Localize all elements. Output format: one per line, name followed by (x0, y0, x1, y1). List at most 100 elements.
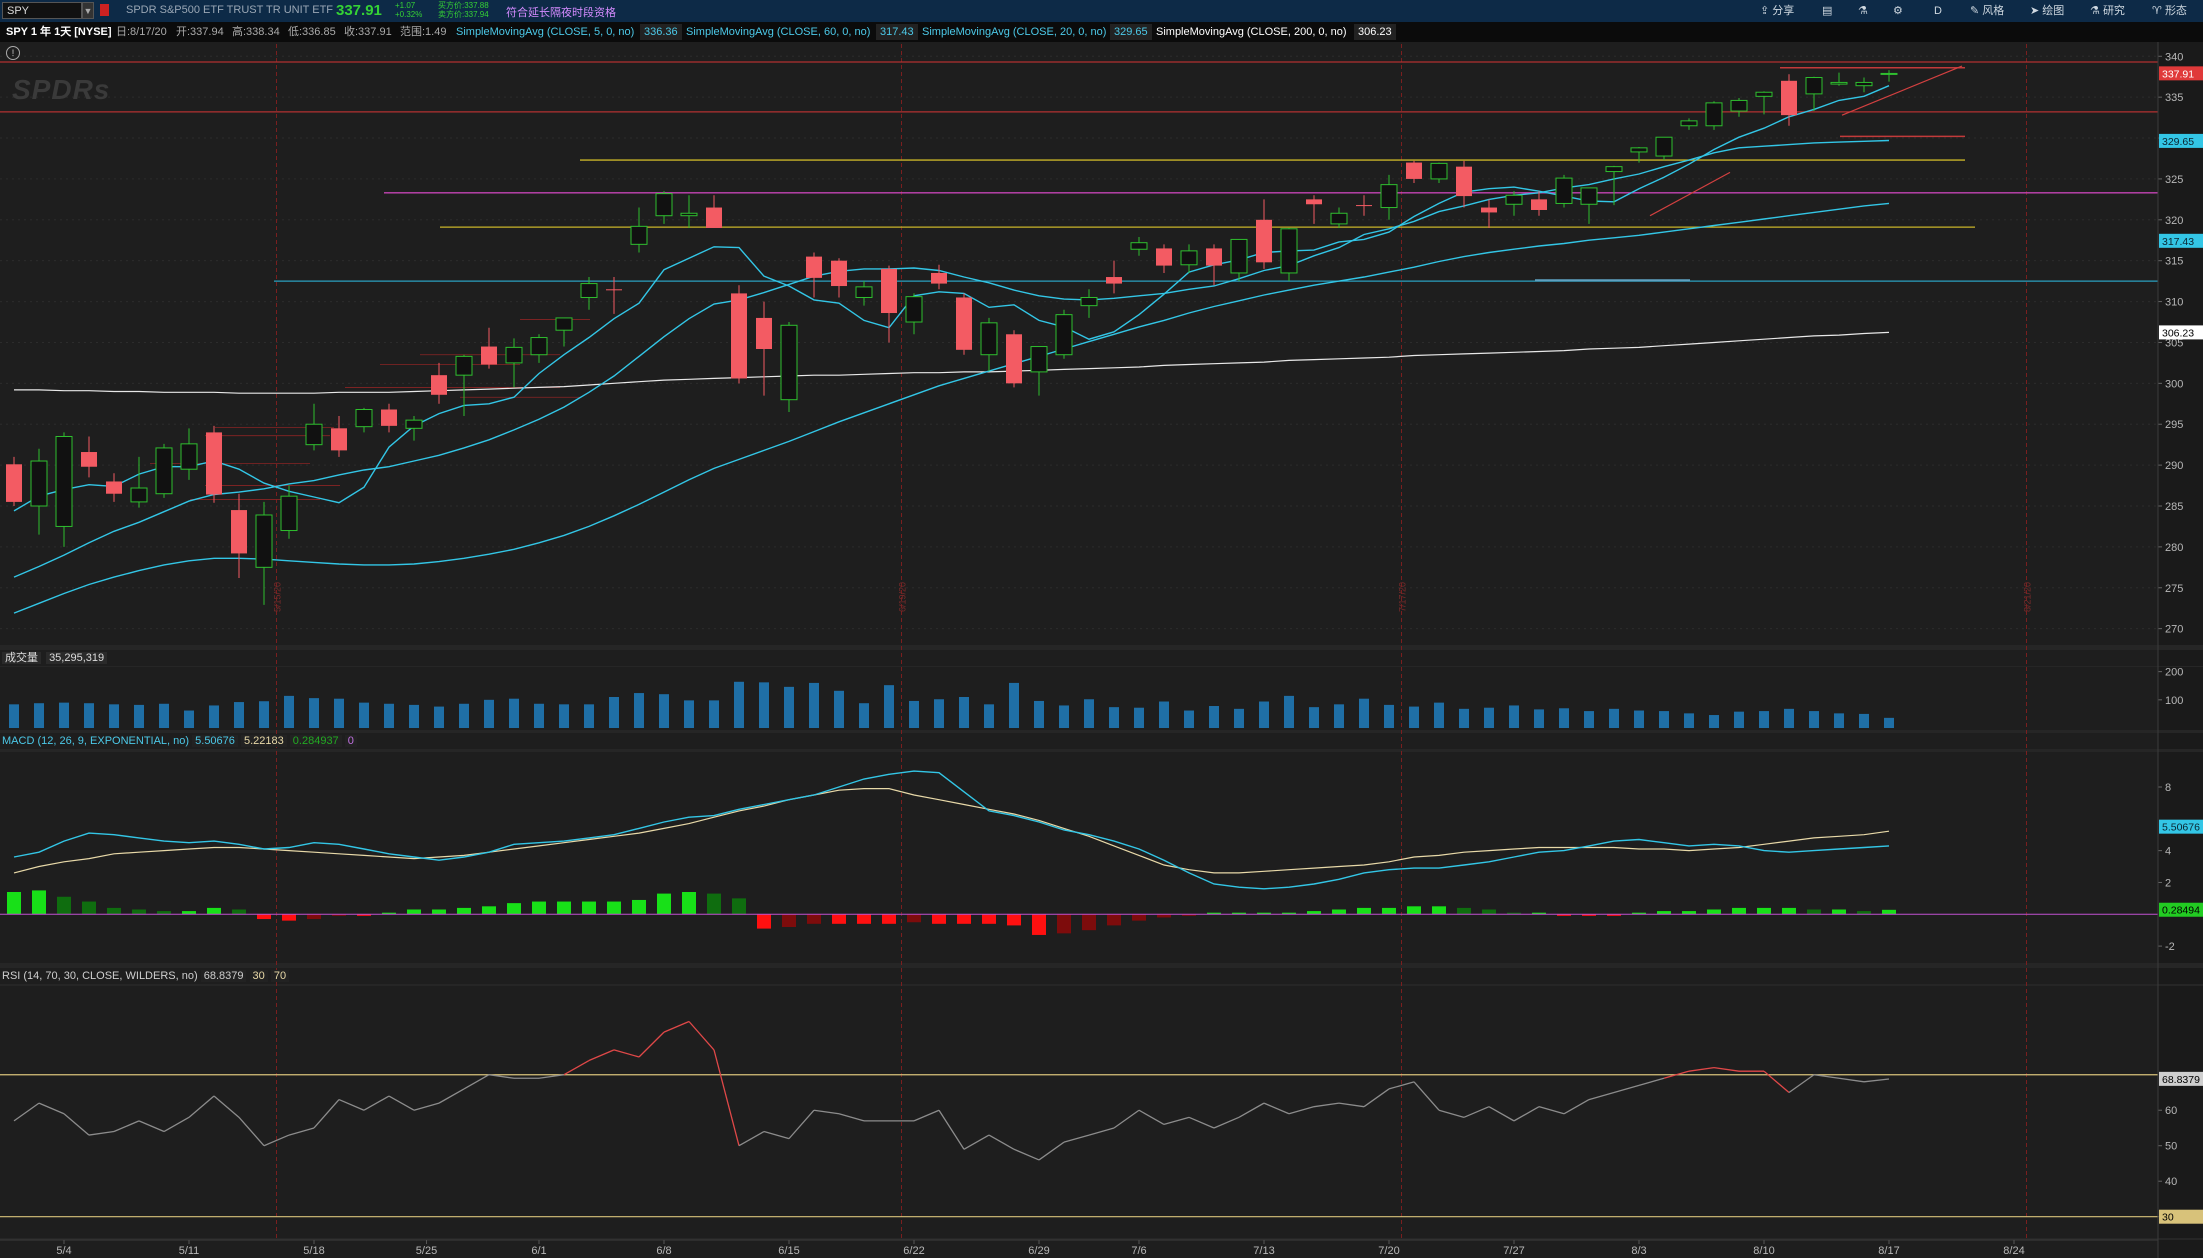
symbol-dropdown-icon[interactable]: ▼ (82, 2, 94, 19)
macd-axis-label: -2 (2165, 941, 2175, 953)
flag-icon[interactable] (100, 4, 109, 16)
macd-histogram-bar (632, 899, 646, 915)
x-axis-label: 5/25 (416, 1245, 437, 1257)
volume-bar (1459, 708, 1469, 728)
studies-button[interactable]: ⚗ 研究 (2090, 3, 2125, 19)
candle-body-up (630, 225, 648, 245)
study-sma20-value: 329.65 (1110, 24, 1152, 40)
price-tag: 337.91 (2162, 68, 2194, 80)
price-chart[interactable]: 5/15/20 6/19/20 7/17/20 8/21/20 27027528028… (0, 42, 2203, 1258)
volume-bar (709, 700, 719, 728)
macd-tag: 5.50676 (2162, 822, 2200, 834)
candle-body-up (1505, 194, 1523, 205)
macd-histogram-bar (1132, 914, 1146, 921)
symbol-input[interactable]: SPY (2, 2, 82, 19)
study-sma60-label[interactable]: SimpleMovingAvg (CLOSE, 60, 0, no) (682, 24, 874, 40)
aggregation-button[interactable]: D (1934, 3, 1942, 19)
candle-body-down (1481, 207, 1497, 213)
volume-bar (1684, 713, 1694, 728)
volume-bar (134, 704, 144, 728)
candle-body-down (831, 260, 847, 287)
volume-bar (1759, 711, 1769, 728)
bar-open: 开:337.94 (176, 26, 224, 38)
cursor-icon: ➤ (2030, 5, 2040, 17)
style-button[interactable]: ✎ 风格 (1970, 3, 2004, 19)
macd-histogram-bar (57, 896, 71, 915)
macd-axis-label: 2 (2165, 877, 2171, 889)
candle-body-down (1006, 334, 1022, 384)
candle-body-down (81, 452, 97, 467)
candle-body-up (1730, 99, 1748, 112)
volume-bar (184, 710, 194, 728)
candle-body-up (1380, 184, 1398, 209)
candle-body-up (1855, 81, 1873, 87)
settings-button[interactable]: ⚙ (1893, 3, 1903, 19)
candle-body-up (530, 337, 548, 356)
volume-bar (209, 705, 219, 728)
volume-bar (1859, 713, 1869, 728)
volume-bar (1434, 702, 1444, 728)
drawing-button[interactable]: ➤ 绘图 (2030, 3, 2064, 19)
x-axis-label: 6/29 (1028, 1245, 1049, 1257)
macd-histogram-bar (732, 898, 746, 915)
share-icon: ⇪ (1760, 5, 1770, 17)
candle-body-up (680, 212, 698, 217)
volume-bar (9, 704, 19, 728)
macd-histogram-bar (1407, 906, 1421, 915)
share-button[interactable]: ⇪ 分享 (1760, 3, 1794, 19)
event-vline-date: 7/17/20 (1398, 582, 1408, 612)
volume-bar (1209, 706, 1219, 728)
volume-bar (34, 703, 44, 728)
volume-bar (1559, 708, 1569, 728)
candle-body-down (1156, 248, 1172, 266)
macd-histogram-bar (1832, 909, 1846, 915)
candle-body-up (30, 460, 48, 507)
volume-bar (1884, 717, 1894, 728)
x-axis-label: 8/3 (1631, 1245, 1646, 1257)
study-sma5-label[interactable]: SimpleMovingAvg (CLOSE, 5, 0, no) (452, 24, 638, 40)
volume-bar (334, 698, 344, 728)
candle-body-up (1430, 162, 1448, 180)
volume-bar (784, 686, 794, 728)
style-icon: ✎ (1970, 5, 1980, 17)
candle-body-down (1256, 219, 1272, 263)
volume-bar (1134, 707, 1144, 728)
alert-icon[interactable]: ! (6, 46, 20, 60)
candle-body-up (130, 487, 148, 503)
price-axis-label: 315 (2165, 256, 2183, 268)
candle-body-down (106, 481, 122, 494)
candle-body-up (780, 324, 798, 401)
volume-bar (84, 703, 94, 728)
rsi-tag: 68.8379 (2162, 1074, 2200, 1086)
macd-histogram-bar (457, 907, 471, 915)
volume-bar (1509, 705, 1519, 728)
volume-bar (1409, 706, 1419, 728)
patterns-button[interactable]: ♈ 形态 (2152, 3, 2187, 19)
study-sma20-label[interactable]: SimpleMovingAvg (CLOSE, 20, 0, no) (918, 24, 1110, 40)
x-axis-label: 7/27 (1503, 1245, 1524, 1257)
x-axis-label: 8/17 (1878, 1245, 1899, 1257)
volume-bar (1159, 701, 1169, 728)
candle-body-down (881, 268, 897, 314)
candle-body-up (1830, 81, 1848, 85)
bar-high: 高:338.34 (232, 26, 280, 38)
volume-bar (1834, 713, 1844, 728)
macd-panel-label: MACD (12, 26, 9, EXPONENTIAL, no) 5.5067… (2, 733, 357, 749)
candle-body-down (1406, 162, 1422, 179)
study-sma200-label[interactable]: SimpleMovingAvg (CLOSE, 200, 0, no) (1152, 24, 1351, 40)
volume-bar (259, 701, 269, 728)
candle-body-down (331, 428, 347, 451)
macd-zero-value: 0 (344, 735, 357, 747)
candle-body-down (731, 293, 747, 379)
flask-button[interactable]: ⚗ (1858, 3, 1868, 19)
x-axis-label: 7/6 (1131, 1245, 1146, 1257)
ask-price: 卖方价:337.94 (438, 10, 489, 19)
macd-histogram-bar (257, 914, 271, 920)
event-vline-date: 6/19/20 (898, 582, 908, 612)
volume-bar (1809, 711, 1819, 728)
volume-bar (684, 700, 694, 728)
layout-button[interactable]: ▤ (1822, 3, 1832, 19)
volume-bar (584, 704, 594, 728)
macd-histogram-bar (857, 914, 871, 924)
macd-histogram-bar (607, 901, 621, 915)
